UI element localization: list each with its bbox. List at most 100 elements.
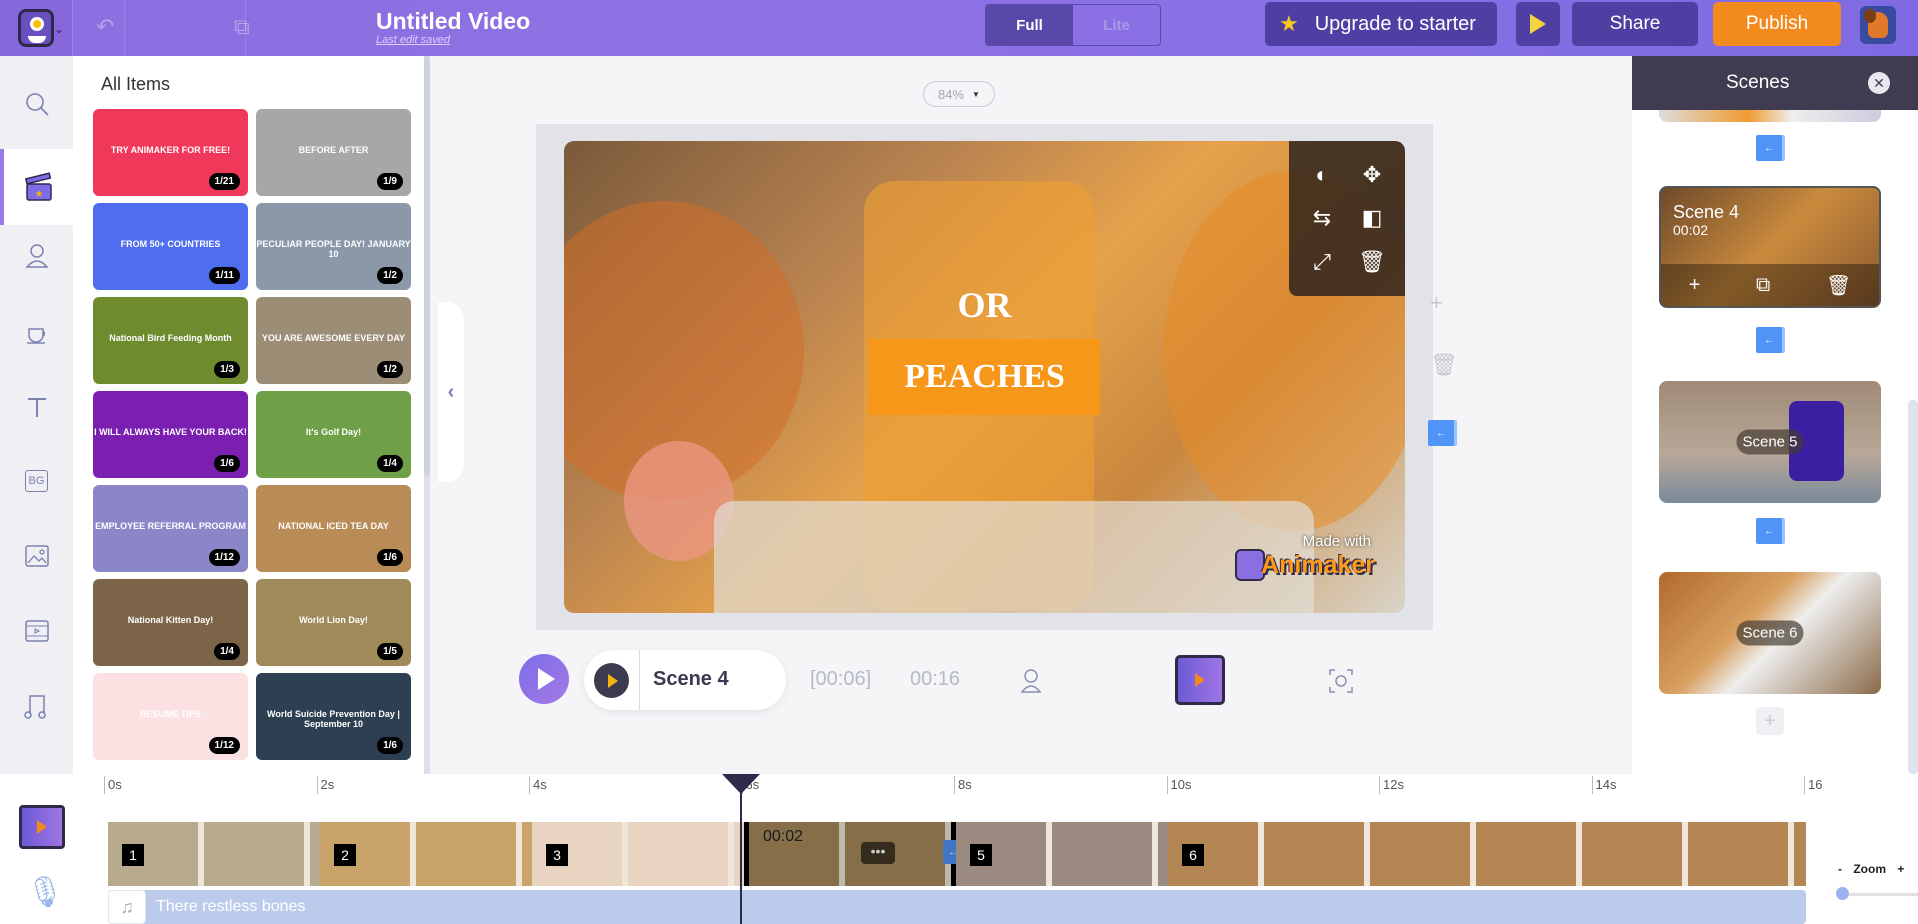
timeline-scene-segment[interactable]: 2 bbox=[320, 822, 532, 886]
template-card-title: It's Golf Day! bbox=[305, 427, 362, 437]
mode-full-button[interactable]: Full bbox=[986, 5, 1073, 45]
scene-card-title: Scene 5 bbox=[1736, 429, 1804, 455]
library-scrollbar-thumb[interactable] bbox=[424, 56, 430, 476]
flip-icon[interactable]: ◧ bbox=[1362, 205, 1383, 231]
timeline-tick: 8s bbox=[954, 776, 972, 794]
template-card-title: FROM 50+ COUNTRIES bbox=[120, 239, 221, 249]
rail-search[interactable] bbox=[0, 66, 73, 142]
audio-track[interactable]: ♫ There restless bones bbox=[108, 890, 1806, 924]
timeline-scene-segment[interactable]: 3 bbox=[532, 822, 744, 886]
rail-music[interactable] bbox=[0, 668, 73, 744]
template-card-title: TRY ANIMAKER FOR FREE! bbox=[110, 145, 231, 155]
zoom-in-button[interactable]: + bbox=[1897, 862, 1904, 876]
app-menu-button[interactable]: ⌄ bbox=[0, 0, 72, 56]
template-card[interactable]: RESUME TIPS 1/12 bbox=[93, 673, 248, 760]
scene-number: 5 bbox=[970, 844, 992, 866]
template-card[interactable]: EMPLOYEE REFERRAL PROGRAM 1/12 bbox=[93, 485, 248, 572]
zoom-slider-track[interactable] bbox=[1840, 893, 1918, 896]
add-new-scene-button[interactable]: + bbox=[1756, 707, 1784, 735]
shrink-icon[interactable]: ⤢ bbox=[1313, 249, 1331, 275]
scenes-toggle-button[interactable] bbox=[1175, 655, 1225, 705]
scene-card-duration: 00:02 bbox=[1673, 222, 1709, 238]
scene-card-4[interactable]: Scene 4 00:02 + ⧉ 🗑 bbox=[1659, 186, 1881, 308]
swap-icon[interactable]: ⇆ bbox=[1313, 205, 1331, 231]
delete-icon[interactable]: 🗑 bbox=[1358, 249, 1386, 275]
template-scene-count: 1/2 bbox=[377, 361, 403, 378]
rail-videos[interactable] bbox=[0, 593, 73, 669]
save-status[interactable]: Last edit saved bbox=[376, 34, 450, 46]
rail-text[interactable] bbox=[0, 369, 73, 445]
play-all-button[interactable] bbox=[519, 654, 569, 704]
transition-button[interactable]: ← bbox=[1756, 327, 1782, 353]
project-title[interactable]: Untitled Video bbox=[376, 8, 530, 35]
template-card[interactable]: TRY ANIMAKER FOR FREE! 1/21 bbox=[93, 109, 248, 196]
user-avatar[interactable] bbox=[1860, 6, 1896, 44]
microphone-add-icon[interactable]: 🎙 bbox=[26, 875, 64, 915]
scene-text-peaches[interactable]: PEACHES bbox=[869, 339, 1100, 415]
template-card[interactable]: BEFORE AFTER 1/9 bbox=[256, 109, 411, 196]
template-card-title: RESUME TIPS bbox=[139, 709, 201, 719]
template-card[interactable]: PECULIAR PEOPLE DAY! JANUARY 10 1/2 bbox=[256, 203, 411, 290]
add-scene-icon[interactable]: + bbox=[1689, 274, 1701, 297]
transition-button[interactable]: ← bbox=[1428, 420, 1454, 446]
template-card[interactable]: YOU ARE AWESOME EVERY DAY 1/2 bbox=[256, 297, 411, 384]
template-card[interactable]: NATIONAL ICED TEA DAY 1/6 bbox=[256, 485, 411, 572]
template-card[interactable]: FROM 50+ COUNTRIES 1/11 bbox=[93, 203, 248, 290]
duplicate-icon[interactable]: ⧉ bbox=[234, 14, 250, 40]
timeline-tick: 16 bbox=[1804, 776, 1822, 794]
stage-zoom-select[interactable]: 84% ▼ bbox=[923, 81, 995, 107]
share-button[interactable]: Share bbox=[1572, 2, 1698, 46]
scene-canvas[interactable]: OR PEACHES Made with Animaker bbox=[564, 141, 1405, 613]
template-card[interactable]: I WILL ALWAYS HAVE YOUR BACK! 1/6 bbox=[93, 391, 248, 478]
scene-text-or[interactable]: OR bbox=[564, 284, 1405, 326]
rail-images[interactable] bbox=[0, 518, 73, 594]
play-icon bbox=[1530, 14, 1546, 34]
template-scene-count: 1/2 bbox=[377, 267, 403, 284]
mode-toggle[interactable]: Full Lite bbox=[985, 4, 1161, 46]
transition-button[interactable]: ← bbox=[1756, 135, 1782, 161]
play-scene-button[interactable] bbox=[594, 663, 629, 698]
delete-scene-side-icon[interactable]: 🗑 bbox=[1430, 352, 1458, 378]
scene-strip: 1 2 3 00:02 ••• ← 5 6 bbox=[108, 822, 1806, 886]
rail-templates[interactable]: ★ bbox=[0, 149, 73, 225]
template-card[interactable]: It's Golf Day! 1/4 bbox=[256, 391, 411, 478]
template-card[interactable]: National Bird Feeding Month 1/3 bbox=[93, 297, 248, 384]
template-card[interactable]: World Suicide Prevention Day | September… bbox=[256, 673, 411, 760]
scene-card-title: Scene 6 bbox=[1736, 620, 1804, 646]
preview-play-button[interactable] bbox=[1516, 2, 1560, 46]
scene-player[interactable]: Scene 4 bbox=[584, 650, 786, 710]
zoom-slider-knob[interactable] bbox=[1836, 887, 1849, 900]
timeline-scene-segment[interactable]: 1 bbox=[108, 822, 320, 886]
transition-button[interactable]: ← bbox=[1756, 518, 1782, 544]
rail-backgrounds[interactable]: BG bbox=[0, 443, 73, 519]
collapse-library-button[interactable]: ‹ bbox=[438, 302, 464, 482]
more-options-icon[interactable]: ••• bbox=[861, 842, 895, 864]
rail-props[interactable] bbox=[0, 294, 73, 370]
duplicate-scene-icon[interactable]: ⧉ bbox=[1756, 274, 1770, 297]
mode-lite-button[interactable]: Lite bbox=[1073, 5, 1160, 45]
playhead-line[interactable] bbox=[740, 774, 742, 924]
scenes-scrollbar[interactable] bbox=[1908, 400, 1918, 774]
screenshot-icon[interactable] bbox=[1328, 668, 1354, 694]
add-scene-side-icon[interactable]: + bbox=[1430, 290, 1443, 316]
delete-scene-icon[interactable]: 🗑 bbox=[1826, 273, 1851, 298]
character-tool-icon[interactable] bbox=[1020, 668, 1042, 694]
timeline-scene-segment[interactable]: 6 bbox=[1168, 822, 1806, 886]
scene-card-5[interactable]: Scene 5 bbox=[1659, 381, 1881, 503]
move-icon[interactable]: ✥ bbox=[1363, 162, 1381, 188]
upgrade-button[interactable]: ★ Upgrade to starter bbox=[1265, 2, 1497, 46]
template-card[interactable]: World Lion Day! 1/5 bbox=[256, 579, 411, 666]
rail-characters[interactable] bbox=[0, 218, 73, 294]
undo-icon[interactable]: ↶ bbox=[96, 14, 114, 40]
element-toolbox: ◐ ✥ ⇆ ◧ ⤢ 🗑 bbox=[1289, 141, 1405, 296]
close-icon[interactable]: ✕ bbox=[1868, 72, 1890, 94]
scene-number: 3 bbox=[546, 844, 568, 866]
timeline-scene-segment[interactable]: 5 bbox=[956, 822, 1168, 886]
publish-button[interactable]: Publish bbox=[1713, 2, 1841, 46]
animaker-logo-icon bbox=[18, 9, 54, 47]
template-card[interactable]: National Kitten Day! 1/4 bbox=[93, 579, 248, 666]
timeline-scene-segment[interactable]: 00:02 ••• ← bbox=[744, 822, 963, 886]
zoom-out-button[interactable]: - bbox=[1838, 862, 1842, 876]
scene-card-6[interactable]: Scene 6 bbox=[1659, 572, 1881, 694]
color-filter-icon[interactable]: ◐ bbox=[1315, 162, 1328, 188]
